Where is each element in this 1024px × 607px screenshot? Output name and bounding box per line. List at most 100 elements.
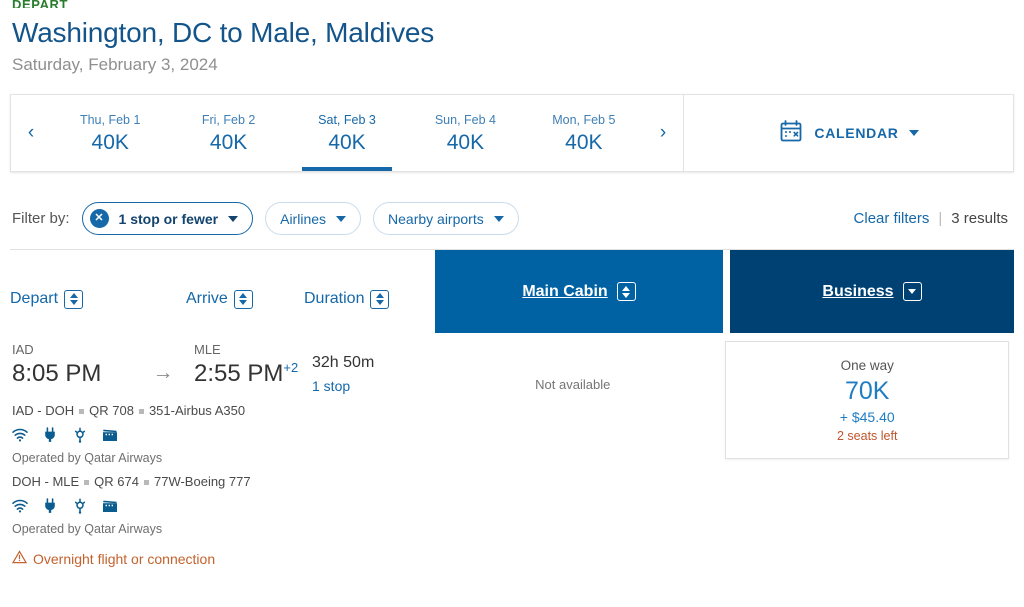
main-cabin-not-available: Not available [535, 377, 611, 392]
segment-route: DOH - MLE [12, 474, 80, 489]
depart-airport-code: IAD [12, 342, 34, 357]
chevron-down-icon [493, 215, 504, 222]
segment-aircraft: 351-Airbus A350 [148, 403, 246, 418]
fare-cell-main-cabin: Not available [425, 341, 720, 459]
fare-miles: 70K [844, 376, 890, 405]
entertainment-icon [102, 427, 118, 443]
cabin-label-main-cabin: Main Cabin [522, 282, 608, 300]
overnight-notice: Overnight flight or connection [11, 550, 442, 567]
separator-dot [143, 479, 149, 485]
prev-dates-arrow[interactable]: ‹ [11, 95, 51, 171]
separator-dot [138, 408, 144, 414]
entertainment-icon [102, 498, 118, 514]
fare-cash: + $45.40 [839, 408, 895, 425]
date-item-price: 40K [446, 130, 485, 154]
arrive-time-wrap: 2:55 PM+2 [194, 358, 312, 390]
power-outlet-icon [42, 427, 58, 443]
sort-arrive-wrap: Arrive [186, 289, 304, 309]
filter-pill-airlines[interactable]: Airlines [265, 202, 362, 235]
cabin-label-business: Business [822, 282, 894, 300]
usb-port-icon [72, 498, 88, 514]
clear-filters-link[interactable]: Clear filters [854, 210, 930, 227]
calendar-button[interactable]: CALENDAR [684, 95, 1013, 171]
filter-summary: Clear filters | 3 results [854, 210, 1012, 227]
date-item-label: Mon, Feb 5 [552, 112, 616, 127]
separator-dot [79, 408, 85, 414]
segment-aircraft: 77W-Boeing 777 [153, 474, 251, 489]
results-count: 3 results [951, 210, 1008, 227]
flight-segment-2: DOH - MLE QR 674 77W-Boeing 777 Operated… [12, 473, 442, 538]
segment-amenities [12, 427, 442, 443]
segment-flight-number: QR 674 [94, 474, 139, 489]
date-item-label: Thu, Feb 1 [79, 112, 141, 127]
duration-block: 32h 50m 1 stop [312, 341, 374, 396]
flight-result-row: IAD 8:05 PM → MLE 2:55 PM+2 32h 50m 1 st… [10, 333, 1014, 567]
segment-amenities [12, 498, 442, 514]
warning-triangle-icon [11, 550, 28, 567]
usb-port-icon [72, 427, 88, 443]
cabin-header-business[interactable]: Business [730, 250, 1014, 333]
date-item-price: 40K [565, 130, 603, 154]
date-item-label: Sat, Feb 3 [318, 112, 376, 127]
depart-eyebrow: DEPART [12, 0, 69, 8]
date-item-mon-feb-5[interactable]: Mon, Feb 5 40K [525, 95, 643, 171]
fare-seats-left: 2 seats left [837, 428, 898, 443]
sort-depart-button[interactable]: Depart [10, 289, 84, 309]
x-circle-icon[interactable]: ✕ [89, 209, 109, 228]
sort-updown-icon [64, 289, 84, 309]
filter-pill-stops[interactable]: ✕ 1 stop or fewer [81, 202, 254, 235]
sort-arrive-button[interactable]: Arrive [186, 289, 253, 309]
date-items: Thu, Feb 1 40K Fri, Feb 2 40K Sat, Feb 3… [51, 95, 643, 171]
arrive-time: 2:55 PM [194, 360, 284, 387]
cabin-header-main-cabin[interactable]: Main Cabin [435, 250, 723, 333]
date-item-label: Sun, Feb 4 [434, 112, 496, 127]
operated-by-label: Operated by Qatar Airways [12, 522, 163, 536]
segment-summary: IAD - DOH QR 708 351-Airbus A350 [12, 402, 442, 420]
flight-segment-1: IAD - DOH QR 708 351-Airbus A350 Operate… [12, 402, 442, 467]
results-header-row: Depart Arrive Duration Main Cabin Busine… [10, 250, 1014, 333]
sort-depart-wrap: Depart [10, 289, 186, 309]
filter-bar: Filter by: ✕ 1 stop or fewer Airlines Ne… [10, 188, 1014, 250]
next-dates-arrow[interactable]: › [643, 95, 683, 171]
duration-value: 32h 50m [312, 354, 375, 371]
wifi-icon [12, 498, 28, 514]
chevron-down-icon[interactable] [902, 282, 922, 301]
separator: | [938, 210, 943, 227]
segment-route: IAD - DOH [12, 403, 75, 418]
depart-block: IAD 8:05 PM [12, 341, 132, 390]
sort-updown-icon [370, 289, 390, 309]
sort-duration-wrap: Duration [304, 289, 434, 309]
operated-by-label: Operated by Qatar Airways [12, 451, 163, 465]
date-item-price: 40K [91, 130, 129, 154]
filter-by-label: Filter by: [12, 210, 70, 227]
date-item-price: 40K [209, 130, 248, 154]
depart-time: 8:05 PM [12, 360, 102, 387]
date-item-sat-feb-3[interactable]: Sat, Feb 3 40K [288, 95, 406, 171]
overnight-notice-text: Overnight flight or connection [33, 550, 216, 567]
date-item-thu-feb-1[interactable]: Thu, Feb 1 40K [51, 95, 169, 171]
arrive-block: MLE 2:55 PM+2 [194, 341, 312, 390]
business-fare-card[interactable]: One way 70K + $45.40 2 seats left [725, 341, 1010, 459]
fare-columns: Not available One way 70K + $45.40 2 sea… [425, 341, 1014, 459]
sort-depart-label: Depart [10, 290, 59, 307]
stops-link[interactable]: 1 stop [312, 376, 374, 396]
chevron-down-icon [228, 215, 239, 222]
segment-flight-number: QR 708 [89, 403, 134, 418]
date-selector-panel: ‹ Thu, Feb 1 40K Fri, Feb 2 40K Sat, Feb… [10, 94, 1014, 172]
date-item-sun-feb-4[interactable]: Sun, Feb 4 40K [406, 95, 524, 171]
arrive-airport-code: MLE [194, 342, 221, 357]
filter-pill-label: Airlines [280, 210, 327, 227]
sort-updown-icon[interactable] [616, 282, 636, 301]
power-outlet-icon [42, 498, 58, 514]
date-item-price: 40K [328, 130, 366, 154]
calendar-icon [778, 118, 804, 149]
page-title: Washington, DC to Male, Maldives [12, 17, 435, 48]
fare-cell-business: One way 70K + $45.40 2 seats left [720, 341, 1014, 459]
cabin-header-business-inner[interactable]: Business [822, 282, 922, 301]
segment-summary: DOH - MLE QR 674 77W-Boeing 777 [12, 473, 442, 491]
sort-columns: Depart Arrive Duration [10, 250, 434, 328]
sort-duration-button[interactable]: Duration [304, 289, 390, 309]
filter-pill-nearby-airports[interactable]: Nearby airports [373, 202, 519, 235]
date-item-fri-feb-2[interactable]: Fri, Feb 2 40K [169, 95, 287, 171]
cabin-header-main-cabin-inner[interactable]: Main Cabin [522, 282, 636, 301]
